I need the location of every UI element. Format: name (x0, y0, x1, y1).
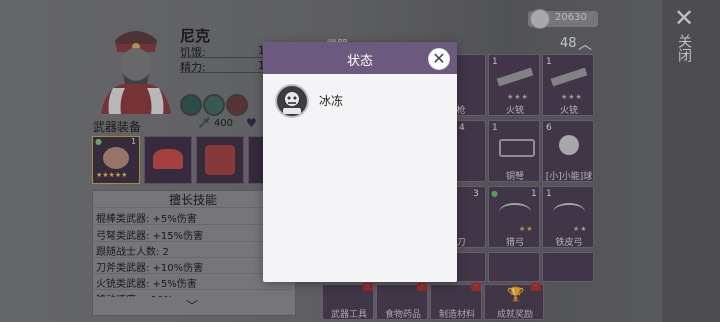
frozen-face-icon (283, 92, 301, 114)
status-modal: 状态 ✕ 冰冻 (263, 42, 457, 282)
close-icon[interactable]: ✕ (428, 48, 450, 70)
frozen-status-icon (275, 84, 309, 118)
status-name: 冰冻 (319, 94, 344, 108)
